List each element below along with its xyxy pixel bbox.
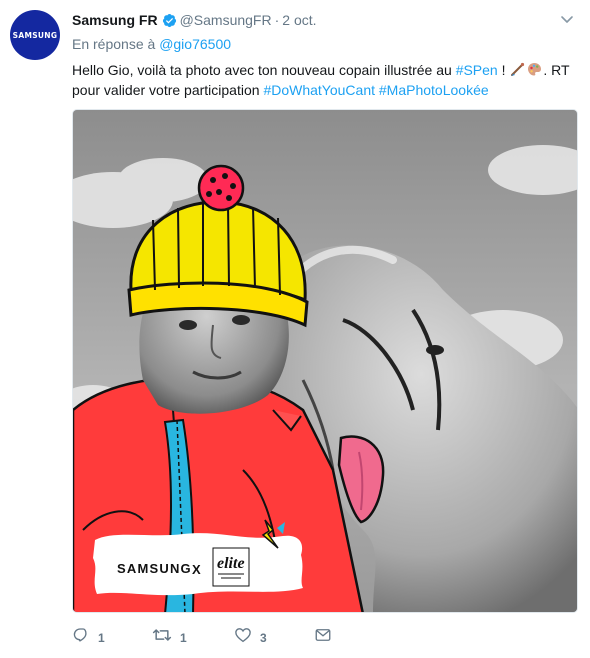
hashtag-link[interactable]: #MaPhotoLookée [379,82,489,98]
palette-icon [527,62,542,77]
reply-count: 1 [98,630,105,645]
photo-illustration: SAMSUNG X elite [73,110,577,612]
timestamp[interactable]: 2 oct. [282,12,316,28]
paintbrush-icon [510,62,525,77]
elite-logo: elite [217,555,245,572]
tweet-header: Samsung FR @SamsungFR · 2 oct. [72,10,317,30]
reply-context: En réponse à @gio76500 [72,36,231,52]
chevron-down-icon[interactable] [558,10,576,28]
heart-icon [234,626,252,649]
like-count: 3 [260,630,267,645]
text-segment: Hello Gio, voilà ta photo avec ton nouve… [72,62,456,78]
separator: · [274,12,280,28]
handle[interactable]: @SamsungFR [180,12,272,28]
samsung-wordmark: SAMSUNG [117,561,192,576]
times-symbol: X [192,562,201,577]
retweet-count: 1 [180,630,187,645]
retweet-button[interactable]: 1 [152,626,187,649]
avatar[interactable]: SAMSUNG [10,10,60,60]
like-button[interactable]: 3 [234,626,267,649]
reply-prefix: En réponse à [72,36,156,52]
text-segment: ! [497,62,510,78]
envelope-icon [314,626,332,649]
direct-message-button[interactable] [314,626,332,649]
hashtag-link[interactable]: #DoWhatYouCant [263,82,375,98]
tweet: SAMSUNG Samsung FR @SamsungFR · 2 oct. E… [0,0,590,658]
reply-mention-link[interactable]: @gio76500 [159,36,231,52]
tweet-photo[interactable]: SAMSUNG X elite [72,109,578,613]
tweet-actions: 1 1 3 [72,626,492,648]
avatar-logo-text: SAMSUNG [12,30,58,40]
retweet-icon [152,626,172,649]
tweet-text: Hello Gio, voilà ta photo avec ton nouve… [72,60,578,100]
pompom [197,164,245,212]
reply-icon [72,626,90,649]
verified-badge-icon [162,13,177,28]
display-name[interactable]: Samsung FR [72,12,158,28]
reply-button[interactable]: 1 [72,626,105,649]
hashtag-link[interactable]: #SPen [456,62,498,78]
